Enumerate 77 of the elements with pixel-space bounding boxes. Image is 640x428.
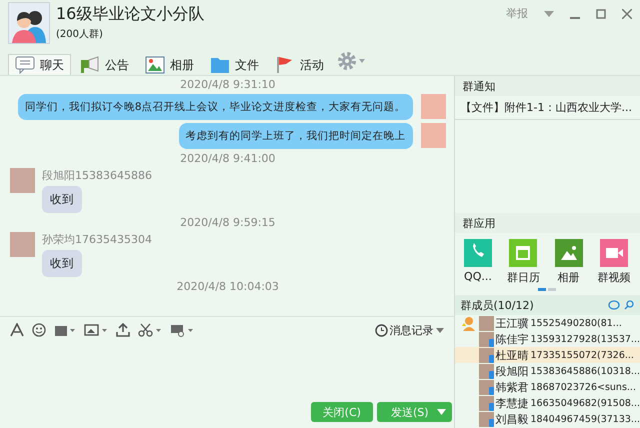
history-link[interactable]: 消息记录: [390, 322, 434, 338]
section-heading: 群通知: [462, 78, 496, 94]
speech-bubble-icon: [15, 56, 35, 74]
page-indicator[interactable]: [538, 288, 546, 291]
member-row[interactable]: 刘昌毅 18404967459(37133...: [454, 411, 640, 427]
dropdown-caret-icon[interactable]: [436, 409, 446, 415]
message-bubble: 收到: [42, 186, 82, 213]
sender-name: 孙荣均17635435304: [42, 232, 152, 247]
tab[interactable]: 公告: [73, 54, 136, 75]
tab[interactable]: 活动: [268, 54, 331, 75]
member-name: 刘昌毅: [496, 412, 529, 426]
member-row[interactable]: 杜亚晴 17335155072(7326...: [454, 347, 640, 363]
tab[interactable]: 文件: [203, 54, 266, 75]
section-heading: 群成员(10/12): [460, 298, 535, 312]
image-icon[interactable]: [84, 323, 108, 337]
clock-icon[interactable]: [374, 324, 388, 336]
timestamp: 2020/4/8 9:31:10: [180, 78, 276, 91]
avatar-placeholder: [478, 364, 494, 378]
member-name: 韩紫君: [496, 380, 529, 394]
timestamp: 2020/4/8 9:59:15: [180, 216, 276, 229]
member-name: 杜亚晴: [496, 348, 529, 362]
search-icon[interactable]: [624, 300, 634, 310]
avatar-placeholder: [420, 123, 446, 148]
dropdown-caret-icon[interactable]: [544, 10, 554, 16]
maximize-icon[interactable]: [596, 8, 606, 18]
crown-person-icon: [460, 315, 477, 331]
app-label[interactable]: 相册: [558, 270, 580, 285]
member-row[interactable]: 李慧捷 16635049682(91508...: [454, 395, 640, 411]
timestamp: 2020/4/8 10:04:03: [176, 280, 279, 293]
avatar-placeholder: [478, 380, 494, 394]
member-detail: 17335155072(7326...: [530, 350, 634, 360]
avatar-placeholder: [478, 316, 494, 330]
upload-icon[interactable]: [116, 323, 130, 337]
scissors-icon[interactable]: [138, 323, 162, 337]
avatar-placeholder: [478, 348, 494, 362]
speech-bubble-icon[interactable]: [608, 300, 620, 310]
member-detail: 18687023726<suns...: [530, 382, 636, 392]
emoji-icon[interactable]: [32, 323, 46, 337]
member-detail: 15525490280(81...: [530, 318, 622, 328]
dropdown-caret-icon[interactable]: [436, 328, 444, 332]
picture-icon: [145, 56, 165, 74]
avatar-placeholder: [10, 168, 35, 193]
member-name: 段旭阳: [496, 364, 529, 378]
folder-icon: [210, 56, 230, 74]
member-detail: 13593127928(13537...: [530, 334, 640, 344]
member-name: 王江骥: [496, 316, 529, 330]
close-icon[interactable]: [622, 8, 632, 18]
font-icon[interactable]: [10, 323, 24, 337]
app-label[interactable]: QQ...: [464, 270, 492, 283]
notice-text[interactable]: 【文件】附件1-1：山西农业大学...: [460, 101, 632, 114]
sender-name: 段旭阳15383645886: [42, 168, 152, 183]
member-count-label: (200人群): [56, 28, 104, 41]
avatar-placeholder: [420, 94, 446, 119]
app-label[interactable]: 群日历: [506, 270, 540, 285]
message-bubble: 考虑到有的同学上班了，我们把时间定在晚上: [178, 123, 413, 149]
member-detail: 15383645886(10318...: [530, 366, 640, 376]
message-bubble: 同学们，我们拟订今晚8点召开线上会议，毕业论文进度检查，大家有无问题。: [18, 94, 413, 120]
avatar-placeholder: [478, 332, 494, 346]
member-detail: 16635049682(91508...: [530, 398, 640, 408]
message-bubble: 收到: [42, 250, 82, 277]
tab[interactable]: 相册: [138, 54, 201, 75]
avatar-placeholder: [478, 412, 494, 426]
avatar-placeholder: [10, 232, 35, 257]
member-row[interactable]: 王江骥 15525490280(81...: [454, 315, 640, 331]
tab[interactable]: 聊天: [8, 54, 71, 75]
app-label[interactable]: 群视频: [598, 270, 631, 285]
member-row[interactable]: 韩紫君 18687023726<suns...: [454, 379, 640, 395]
timestamp: 2020/4/8 9:41:00: [180, 152, 276, 165]
member-name: 李慧捷: [496, 396, 529, 410]
settings-icon[interactable]: [337, 51, 367, 71]
member-name: 陈佳宇: [496, 332, 529, 346]
member-detail: 18404967459(37133...: [530, 414, 640, 424]
member-row[interactable]: 段旭阳 15383645886(10318...: [454, 363, 640, 379]
member-row[interactable]: 陈佳宇 13593127928(13537...: [454, 331, 640, 347]
avatar-placeholder: [478, 396, 494, 410]
group-title: 16级毕业论文小分队: [56, 4, 206, 25]
section-heading: 群应用: [462, 216, 496, 230]
